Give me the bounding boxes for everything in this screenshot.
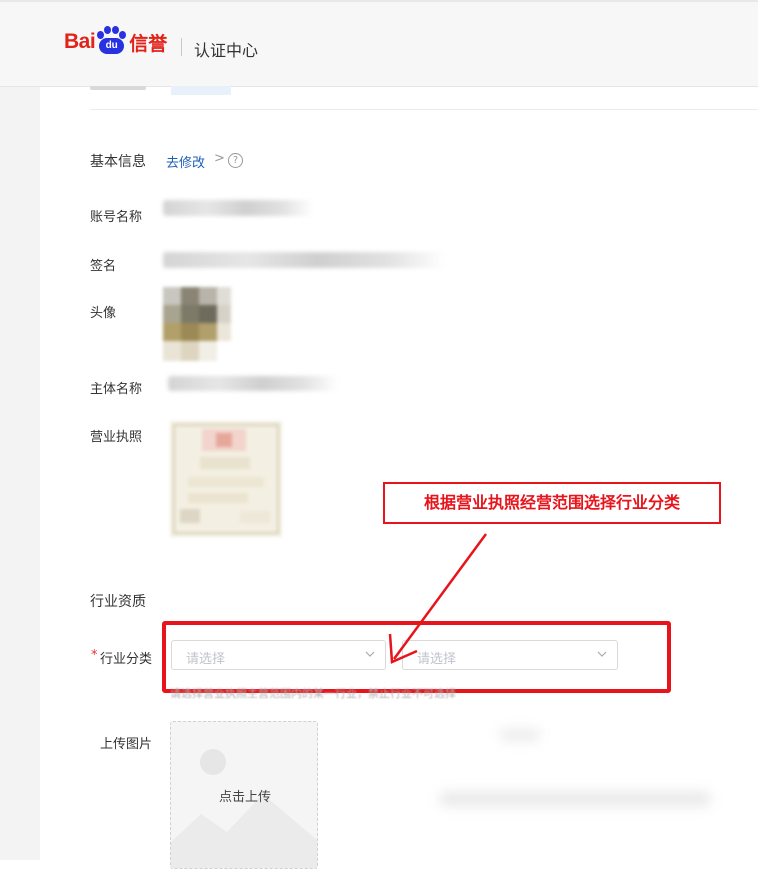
basic-info-title: 基本信息	[90, 154, 146, 170]
industry-category-label: 行业分类	[100, 652, 153, 667]
logo-product-name: 信誉	[129, 32, 168, 55]
left-gutter	[0, 87, 40, 860]
baidu-paw-icon: du	[96, 25, 127, 59]
header-divider	[181, 38, 182, 56]
logo-paw-text: du	[99, 38, 125, 54]
upload-text: 点击上传	[218, 790, 271, 805]
upload-dropzone[interactable]: 点击上传	[170, 721, 318, 869]
baidu-xinyu-logo[interactable]: Bai du 信誉	[64, 22, 167, 62]
page-title: 认证中心	[194, 41, 259, 60]
industry-category-hint: 请选择营业执照主营范围内的某一行业，禁止行业不可选择	[170, 687, 456, 700]
entity-name-value-redacted	[168, 376, 338, 391]
entity-name-label: 主体名称	[90, 382, 143, 397]
industry-qualification-title: 行业资质	[90, 594, 146, 610]
annotation-callout: 根据营业执照经营范围选择行业分类	[383, 482, 721, 524]
faint-redaction	[440, 792, 710, 806]
signature-value-redacted	[163, 252, 445, 268]
section-divider	[90, 109, 758, 110]
header-top-edge	[0, 0, 758, 2]
edit-link[interactable]: 去修改	[166, 152, 205, 171]
scrolled-off-label	[90, 86, 146, 90]
top-header: Bai du 信誉 认证中心	[0, 0, 758, 87]
scrolled-off-tag	[171, 86, 231, 95]
upload-image-label: 上传图片	[100, 737, 153, 752]
faint-redaction	[500, 730, 540, 740]
business-license-label: 营业执照	[90, 430, 143, 445]
signature-label: 签名	[90, 259, 117, 274]
avatar-image-redacted	[163, 287, 235, 361]
chevron-right-icon: >	[214, 151, 225, 166]
help-icon[interactable]: ?	[228, 153, 243, 168]
scrolled-off-row	[90, 86, 758, 108]
avatar-label: 头像	[90, 306, 117, 321]
account-name-value-redacted	[163, 200, 313, 216]
required-asterisk: *	[91, 648, 98, 663]
logo-wordmark: Bai	[64, 30, 96, 53]
business-license-image-redacted	[170, 421, 282, 537]
account-name-label: 账号名称	[90, 210, 143, 225]
annotation-highlight-box	[162, 621, 671, 693]
